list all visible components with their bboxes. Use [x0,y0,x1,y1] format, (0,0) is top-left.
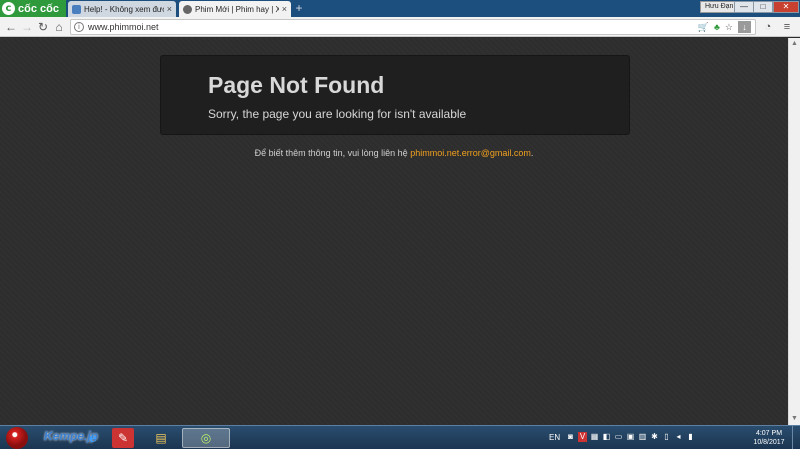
show-desktop-button[interactable] [792,426,800,449]
loading-favicon-icon [183,4,192,14]
bluetooth-icon[interactable]: ✱ [650,432,659,442]
system-tray: ◙ V ▦ ◧ ▭ ▣ ▥ ✱ ▯ ◂ ▮ [566,432,695,442]
scroll-down-icon[interactable]: ▼ [789,413,800,425]
title-bar: c cốc cốc Help! - Không xem được p × Phi… [0,0,800,17]
clock-time: 4:07 PM [755,430,783,437]
tray-shield-icon[interactable]: ▣ [626,432,635,442]
reload-button[interactable]: ↻ [35,19,51,35]
coccoc-taskbar-icon[interactable]: ◎ [182,428,230,448]
page-content: Page Not Found Sorry, the page you are l… [0,38,788,425]
minimize-button[interactable]: — [734,1,754,13]
taskbar: Kempe.jp e ✎ ▤ ◎ EN ◙ V ▦ ◧ ▭ ▣ ▥ ✱ ▯ ◂ … [0,425,800,449]
start-button[interactable] [6,427,28,449]
tab-close-icon[interactable]: × [167,4,172,14]
close-window-button[interactable]: ✕ [773,1,799,13]
omnibox-actions: 🛒 ♣ ☆ ↓ [698,21,751,33]
tab-close-icon[interactable]: × [282,4,287,14]
tray-app2-icon[interactable]: ▥ [638,432,647,442]
coccoc-brand[interactable]: c cốc cốc [0,0,66,17]
new-tab-button[interactable]: + [292,2,306,15]
tray-app-icon[interactable]: ◙ [566,432,575,442]
brand-name: cốc cốc [18,2,59,15]
page-title: Page Not Found [208,72,385,98]
maximize-button[interactable]: □ [753,1,773,13]
speed-dial-icon[interactable]: ◔ [761,19,775,35]
coccoc-logo-icon: c [2,2,15,15]
tray-vietkey-icon[interactable]: V [578,432,587,442]
download-icon[interactable]: ↓ [738,21,751,33]
tray-monitor-icon[interactable]: ▭ [614,432,623,442]
file-explorer-icon[interactable]: ▤ [148,428,174,448]
volume-icon[interactable]: ◂ [674,432,683,442]
paint-app-icon[interactable]: ✎ [112,428,134,448]
forward-button[interactable]: → [19,19,35,35]
profile-button[interactable]: Hưu Đạn [700,1,739,13]
vertical-scrollbar[interactable]: ▲ ▼ [788,38,800,425]
language-indicator[interactable]: EN [549,433,560,442]
tab-help[interactable]: Help! - Không xem được p × [68,1,176,17]
bookmark-star-icon[interactable]: ☆ [725,21,733,33]
internet-explorer-icon[interactable]: e [80,428,106,448]
tab-title: Phim Mới | Phim hay | Xem [195,4,279,14]
tab-phimmoi[interactable]: Phim Mới | Phim hay | Xem × [179,1,291,17]
url-text[interactable]: www.phimmoi.net [88,22,159,32]
tray-window-icon[interactable]: ◧ [602,432,611,442]
battery-icon[interactable]: ▯ [662,432,671,442]
address-bar[interactable]: i www.phimmoi.net 🛒 ♣ ☆ ↓ [70,19,756,35]
not-found-panel: Page Not Found Sorry, the page you are l… [160,55,630,135]
contact-line: Để biết thêm thông tin, vui lòng liên hệ… [0,148,788,158]
cart-icon[interactable]: 🛒 [698,21,709,33]
scroll-up-icon[interactable]: ▲ [789,38,800,50]
contact-end: . [530,148,534,158]
contact-email-link[interactable]: phimmoi.net.error@gmail.com [410,148,531,158]
forum-favicon-icon [72,4,81,14]
menu-icon[interactable]: ≡ [780,19,794,35]
clock-date: 10/8/2017 [753,439,785,446]
tray-grid-icon[interactable]: ▦ [590,432,599,442]
back-button[interactable]: ← [3,19,19,35]
site-info-icon[interactable]: i [74,22,84,32]
leaf-icon[interactable]: ♣ [714,21,720,33]
tab-title: Help! - Không xem được p [84,4,164,14]
home-button[interactable]: ⌂ [51,19,67,35]
contact-text: Để biết thêm thông tin, vui lòng liên hệ [254,148,411,158]
clock[interactable]: 4:07 PM 10/8/2017 [750,429,788,447]
browser-toolbar: ← → ↻ ⌂ i www.phimmoi.net 🛒 ♣ ☆ ↓ ◔ ≡ [0,17,800,37]
page-subtitle: Sorry, the page you are looking for isn'… [208,107,467,121]
network-icon[interactable]: ▮ [686,432,695,442]
